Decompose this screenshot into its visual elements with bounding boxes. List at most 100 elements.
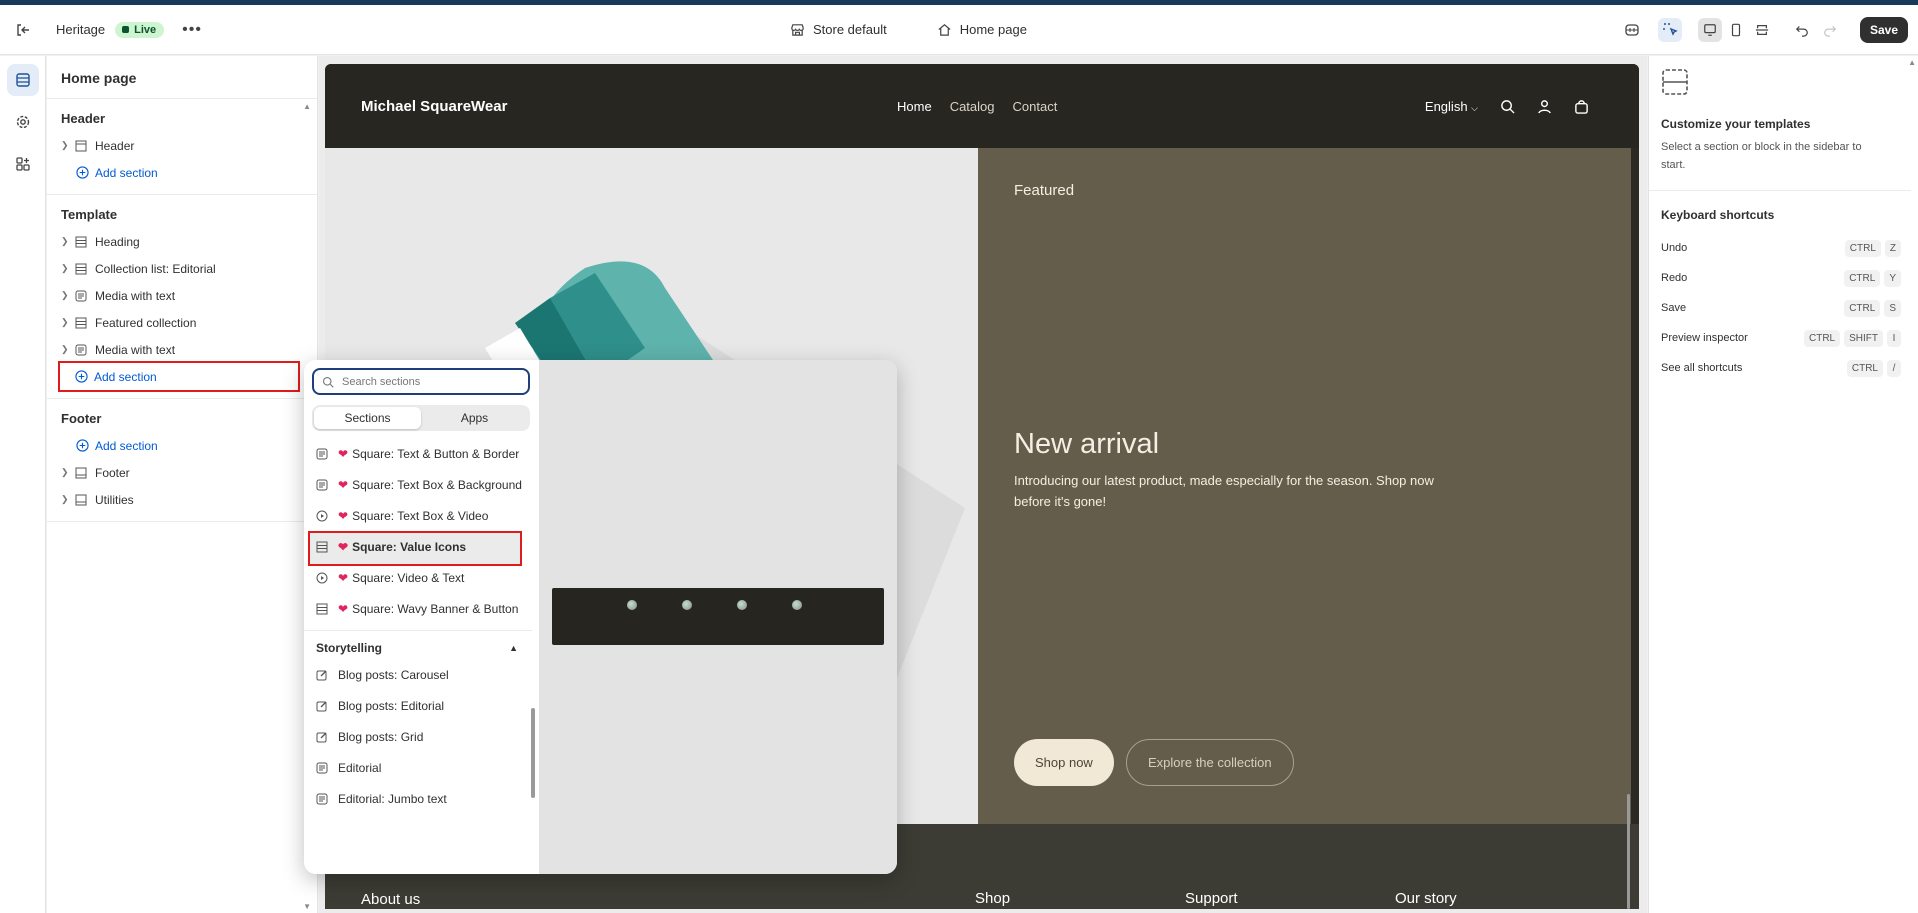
scroll-up-arrow-icon[interactable]: ▲ <box>303 102 311 111</box>
divider <box>1649 190 1911 191</box>
store-brand[interactable]: Michael SquareWear <box>361 98 507 115</box>
list-item[interactable]: Blog posts: Grid <box>304 723 532 754</box>
add-section-template[interactable]: Add section <box>58 361 300 392</box>
shortcut-row[interactable]: See all shortcuts CTRL / <box>1661 353 1901 383</box>
shortcut-label: Redo <box>1661 272 1688 284</box>
chevron-right-icon[interactable]: ❯ <box>61 236 75 247</box>
tab-apps[interactable]: Apps <box>421 407 528 429</box>
tab-sections[interactable]: Sections <box>314 407 421 429</box>
text-icon <box>316 446 338 465</box>
search-sections-input[interactable]: Search sections <box>312 368 530 395</box>
category-header-storytelling[interactable]: Storytelling ▲ <box>304 630 532 661</box>
search-icon[interactable] <box>1500 99 1515 114</box>
section-list: ❤ Square: Text & Button & Border ❤ Square:… <box>304 440 532 816</box>
list-item[interactable]: Blog posts: Editorial <box>304 692 532 723</box>
nav-home[interactable]: Home <box>897 99 932 114</box>
settings-gear-icon[interactable] <box>7 106 39 138</box>
shop-now-button[interactable]: Shop now <box>1014 739 1114 786</box>
section-row-collection-list[interactable]: ❯ Collection list: Editorial <box>61 255 303 282</box>
section-row-media-with-text-2[interactable]: ❯ Media with text <box>61 336 303 363</box>
page-selector[interactable]: Home page <box>937 22 1027 37</box>
chevron-right-icon[interactable]: ❯ <box>61 290 75 301</box>
chevron-right-icon[interactable]: ❯ <box>61 317 75 328</box>
edit-icon <box>316 729 338 748</box>
ai-assist-icon[interactable] <box>1620 18 1644 42</box>
list-item[interactable]: ❤ Square: Video & Text <box>304 564 532 595</box>
footer-layout-icon <box>75 467 93 479</box>
redo-icon[interactable] <box>1818 18 1842 42</box>
list-item[interactable]: ❤ Square: Text Box & Background <box>304 471 532 502</box>
exit-icon[interactable] <box>0 22 46 38</box>
layout-icon <box>75 236 93 248</box>
preview-scrollbar[interactable] <box>1627 794 1630 909</box>
add-section-footer[interactable]: Add section <box>61 432 303 459</box>
add-section-label: Add section <box>94 369 157 384</box>
store-selector[interactable]: Store default <box>790 22 887 37</box>
chevron-right-icon[interactable]: ❯ <box>61 140 75 151</box>
picker-tabs: Sections Apps <box>312 405 530 431</box>
hero-text-panel: Featured New arrival Introducing our lat… <box>978 148 1631 824</box>
list-scrollbar[interactable] <box>531 708 535 798</box>
desktop-view-icon[interactable] <box>1697 17 1722 42</box>
section-row-footer[interactable]: ❯ Footer <box>61 459 303 486</box>
save-button[interactable]: Save <box>1859 16 1908 43</box>
plus-circle-icon <box>76 166 89 179</box>
store-icon <box>791 24 804 36</box>
page-label: Home page <box>959 22 1027 37</box>
undo-icon[interactable] <box>1790 18 1814 42</box>
section-row-media-with-text[interactable]: ❯ Media with text <box>61 282 303 309</box>
layout-icon <box>316 601 338 620</box>
mobile-view-icon[interactable] <box>1724 18 1748 42</box>
scroll-down-arrow-icon[interactable]: ▼ <box>303 902 311 911</box>
cart-icon[interactable] <box>1574 99 1589 114</box>
fullscreen-icon[interactable] <box>1750 18 1774 42</box>
chevron-right-icon[interactable]: ❯ <box>61 344 75 355</box>
nav-contact[interactable]: Contact <box>1013 99 1058 114</box>
apps-icon[interactable] <box>7 148 39 180</box>
more-actions-icon[interactable]: ••• <box>182 21 202 39</box>
account-icon[interactable] <box>1537 99 1552 114</box>
shortcut-label: See all shortcuts <box>1661 362 1743 374</box>
section-label: Media with text <box>95 342 176 357</box>
section-list-pane: Search sections Sections Apps ❤ Square: T… <box>304 360 539 874</box>
chevron-right-icon[interactable]: ❯ <box>61 467 75 478</box>
viewport-switcher <box>1696 16 1776 44</box>
section-row-utilities[interactable]: ❯ Utilities <box>61 486 303 513</box>
list-item[interactable]: ❤ Square: Text Box & Video <box>304 502 532 533</box>
category-label: Storytelling <box>316 641 383 655</box>
text-block-icon <box>75 290 93 302</box>
text-icon <box>316 477 338 496</box>
list-item-label: Blog posts: Carousel <box>338 668 449 682</box>
inspector-icon[interactable] <box>1657 17 1682 42</box>
list-item[interactable]: Blog posts: Carousel <box>304 661 532 692</box>
section-row-header[interactable]: ❯ Header <box>61 132 303 159</box>
storefront-header: Michael SquareWear Home Catalog Contact … <box>325 64 1639 148</box>
explore-collection-button[interactable]: Explore the collection <box>1126 739 1294 786</box>
theme-name[interactable]: Heritage <box>56 22 105 37</box>
key-cap: CTRL <box>1846 359 1883 377</box>
group-title-header: Header <box>61 111 106 126</box>
left-rail <box>0 56 46 913</box>
section-label: Heading <box>95 234 140 249</box>
sections-icon[interactable] <box>7 64 39 96</box>
section-row-featured-collection[interactable]: ❯ Featured collection <box>61 309 303 336</box>
language-label: English <box>1424 98 1468 114</box>
section-row-heading[interactable]: ❯ Heading <box>61 228 303 255</box>
list-item[interactable]: Editorial <box>304 754 532 785</box>
chevron-right-icon[interactable]: ❯ <box>61 494 75 505</box>
template-group: Template ❯ Heading ❯ Collection list: Ed… <box>47 195 317 399</box>
key-cap: SHIFT <box>1844 329 1883 347</box>
nav-catalog[interactable]: Catalog <box>950 99 995 114</box>
chevron-right-icon[interactable]: ❯ <box>61 263 75 274</box>
language-selector[interactable]: English ⌵ <box>1425 99 1478 114</box>
add-section-header[interactable]: Add section <box>61 159 303 186</box>
list-item[interactable]: Editorial: Jumbo text <box>304 785 532 816</box>
live-badge: Live <box>115 21 165 38</box>
scroll-up-arrow-icon[interactable]: ▲ <box>1908 58 1916 67</box>
list-item-selected[interactable]: ❤ Square: Value Icons <box>308 531 522 566</box>
storefront-nav: Home Catalog Contact <box>897 99 1057 114</box>
list-item[interactable]: ❤ Square: Wavy Banner & Button <box>304 595 532 626</box>
layout-icon <box>75 263 93 275</box>
list-item[interactable]: ❤ Square: Text & Button & Border <box>304 440 532 471</box>
add-section-picker: Search sections Sections Apps ❤ Square: T… <box>304 360 897 874</box>
